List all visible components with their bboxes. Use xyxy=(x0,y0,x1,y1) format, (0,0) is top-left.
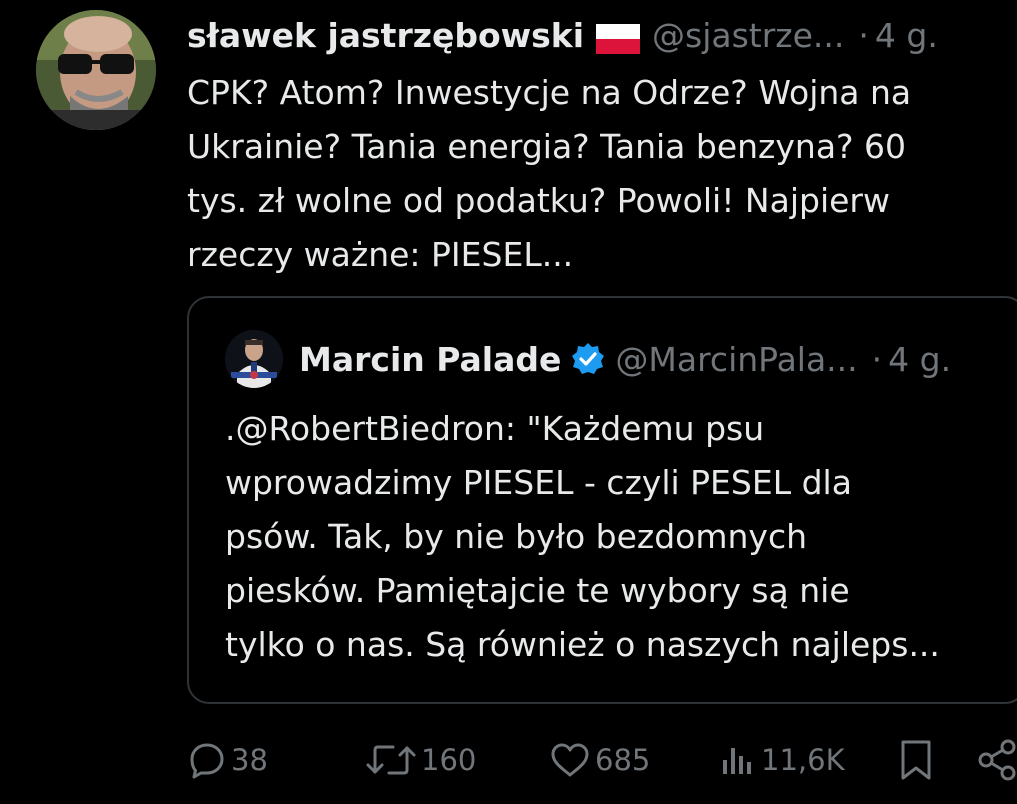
author-handle[interactable]: @sjastrze... xyxy=(652,14,844,58)
like-button[interactable]: 685 xyxy=(549,732,650,788)
quoted-author-handle[interactable]: @MarcinPala... xyxy=(615,340,857,379)
avatar-photo xyxy=(36,10,156,130)
quoted-tweet-time[interactable]: 4 g. xyxy=(888,340,951,379)
quoted-header-separator: · xyxy=(871,339,883,379)
reply-count: 38 xyxy=(231,743,268,777)
share-button[interactable] xyxy=(977,732,1017,788)
views-button[interactable]: 11,6K xyxy=(717,732,845,788)
like-count: 685 xyxy=(595,743,651,777)
reply-icon xyxy=(187,740,227,780)
share-icon xyxy=(977,738,1017,782)
bookmark-icon xyxy=(897,738,935,782)
views-chart-icon xyxy=(717,740,757,780)
quoted-author-avatar xyxy=(225,330,283,388)
verified-badge-icon xyxy=(571,342,605,376)
retweet-button[interactable]: 160 xyxy=(365,732,476,788)
author-name[interactable]: sławek jastrzębowski xyxy=(187,14,584,58)
heart-icon xyxy=(549,740,591,780)
tweet-text: CPK? Atom? Inwestycje na Odrze? Wojna na… xyxy=(187,73,912,274)
quoted-author-name[interactable]: Marcin Palade xyxy=(299,340,561,379)
author-avatar[interactable] xyxy=(36,10,156,130)
quoted-tweet-text: .@RobertBiedron: "Każdemu psu wprowadzim… xyxy=(225,409,940,664)
reply-button[interactable]: 38 xyxy=(187,732,268,788)
retweet-icon xyxy=(365,740,417,780)
quoted-tweet-card[interactable]: Marcin Palade @MarcinPala... · 4 g. .@Ro… xyxy=(187,296,1017,704)
header-separator: · xyxy=(858,16,869,55)
views-count: 11,6K xyxy=(761,743,845,777)
bookmark-button[interactable] xyxy=(897,732,935,788)
poland-flag-icon xyxy=(596,21,640,54)
tweet-header: sławek jastrzębowski @sjastrze... · 4 g. xyxy=(187,14,938,58)
quoted-tweet-header: Marcin Palade @MarcinPala... · 4 g. xyxy=(299,336,951,382)
quoted-avatar-photo xyxy=(225,330,283,388)
tweet-time[interactable]: 4 g. xyxy=(875,14,938,58)
retweet-count: 160 xyxy=(421,743,477,777)
tweet-action-bar: 38 160 685 11,6K xyxy=(187,732,1017,788)
